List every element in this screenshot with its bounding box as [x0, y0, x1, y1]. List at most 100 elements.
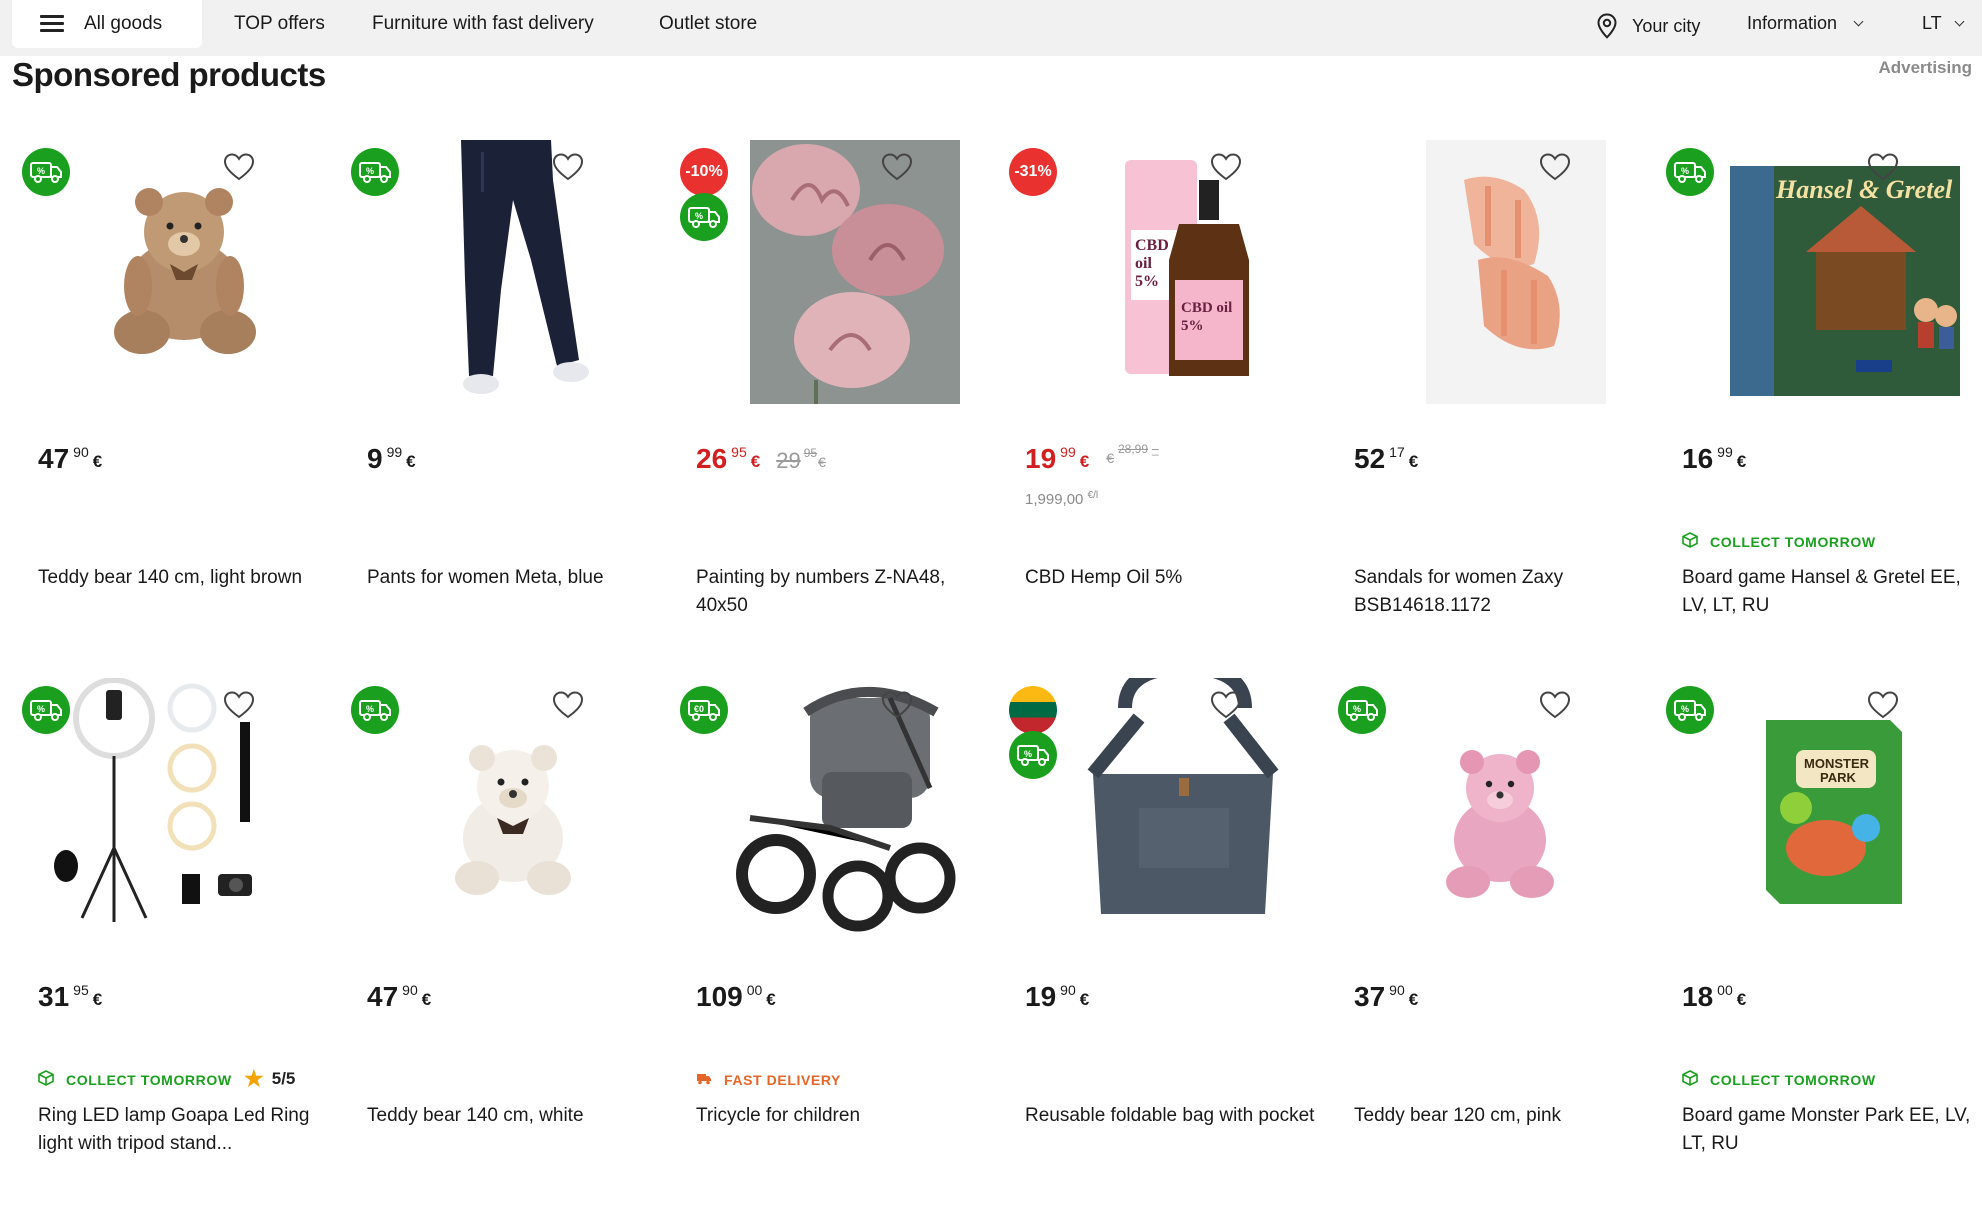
- lithuanian-flag-icon: [1009, 686, 1057, 734]
- product-card[interactable]: MONSTER PARK % 18 00 € COLLECT TOMORROW Boa…: [1656, 678, 1982, 1208]
- svg-text:5%: 5%: [1181, 318, 1204, 334]
- old-price: 29 95 €: [776, 446, 826, 473]
- old-price: €28,99 _: [1106, 442, 1159, 466]
- product-image[interactable]: [1368, 678, 1632, 942]
- delivery-truck-icon: [696, 1070, 724, 1089]
- denim-bag-image: [1087, 660, 1279, 914]
- delivery-discount-icon: %: [351, 686, 399, 734]
- product-title[interactable]: Painting by numbers Z-NA48, 40x50: [696, 564, 986, 620]
- location-pin-icon: [1597, 13, 1617, 39]
- product-card[interactable]: % 47 90 € Teddy bear 140 cm, white: [341, 678, 667, 1208]
- product-price: 26 95 €29 95 €: [696, 443, 826, 474]
- section-title: Sponsored products: [12, 56, 326, 93]
- product-title[interactable]: Teddy bear 120 cm, pink: [1354, 1102, 1644, 1130]
- product-price: 47 90 €: [367, 981, 432, 1012]
- product-title[interactable]: Pants for women Meta, blue: [367, 564, 657, 592]
- product-image[interactable]: [1039, 660, 1303, 942]
- add-to-wishlist-heart-icon[interactable]: [1538, 150, 1572, 184]
- product-price: 31 95 €: [38, 981, 103, 1012]
- svg-text:%: %: [37, 166, 45, 176]
- product-title[interactable]: Tricycle for children: [696, 1102, 986, 1130]
- star-icon: ★: [244, 1066, 264, 1091]
- product-card[interactable]: % 19 90 € Reusable foldable bag with pocke…: [999, 660, 1325, 1208]
- add-to-wishlist-heart-icon[interactable]: [880, 688, 914, 722]
- product-image[interactable]: [710, 140, 974, 404]
- city-selector[interactable]: Your city: [1596, 13, 1700, 39]
- product-title[interactable]: Board game Monster Park EE, LV, LT, RU: [1682, 1102, 1972, 1158]
- svg-text:PARK: PARK: [1820, 770, 1856, 785]
- nav-link-furniture-fast-delivery[interactable]: Furniture with fast delivery: [372, 13, 594, 35]
- all-goods-button[interactable]: All goods: [12, 0, 202, 48]
- product-badges: €0: [680, 686, 730, 734]
- product-title[interactable]: Reusable foldable bag with pocket: [1025, 1102, 1315, 1130]
- product-badges: %: [351, 148, 401, 196]
- svg-text:CBD oil: CBD oil: [1181, 300, 1232, 316]
- product-badges: %: [22, 148, 72, 196]
- add-to-wishlist-heart-icon[interactable]: [222, 688, 256, 722]
- add-to-wishlist-heart-icon[interactable]: [1866, 150, 1900, 184]
- product-image[interactable]: [52, 677, 316, 942]
- add-to-wishlist-heart-icon[interactable]: [1209, 688, 1243, 722]
- add-to-wishlist-heart-icon[interactable]: [880, 150, 914, 184]
- language-selector[interactable]: LT: [1922, 13, 1965, 34]
- product-badges: %: [22, 686, 72, 734]
- product-title[interactable]: Sandals for women Zaxy BSB14618.1172: [1354, 564, 1644, 620]
- svg-text:5%: 5%: [1135, 273, 1159, 290]
- product-card[interactable]: -10%% 26 95 €29 95 € Painting by numbers Z-N…: [670, 140, 996, 670]
- all-goods-label: All goods: [84, 13, 163, 34]
- product-image[interactable]: [710, 678, 974, 942]
- product-title[interactable]: Ring LED lamp Goapa Led Ring light with …: [38, 1102, 328, 1158]
- product-badges: %: [1009, 686, 1059, 779]
- delivery-discount-icon: %: [1338, 686, 1386, 734]
- chevron-down-icon: [1954, 16, 1965, 27]
- product-image[interactable]: [381, 678, 645, 942]
- product-price: 19 90 €: [1025, 981, 1090, 1012]
- product-card[interactable]: % 9 99 € Pants for women Meta, blue: [341, 140, 667, 670]
- delivery-discount-icon: %: [1666, 686, 1714, 734]
- information-menu[interactable]: Information: [1747, 13, 1864, 34]
- product-card[interactable]: % 47 90 € Teddy bear 140 cm, light brown: [12, 140, 338, 670]
- svg-text:%: %: [1024, 749, 1032, 759]
- delivery-discount-icon: %: [351, 148, 399, 196]
- unit-price: 1,999,00 €/l: [1025, 490, 1099, 508]
- product-image[interactable]: MONSTER PARK: [1696, 678, 1960, 942]
- product-card[interactable]: €0 109 00 € FAST DELIVERY Tricycle for chi…: [670, 678, 996, 1208]
- add-to-wishlist-heart-icon[interactable]: [1866, 688, 1900, 722]
- product-badges: %: [1666, 148, 1716, 196]
- discount-badge: -31%: [1009, 148, 1057, 196]
- product-title[interactable]: CBD Hemp Oil 5%: [1025, 564, 1315, 592]
- delivery-discount-icon: %: [22, 148, 70, 196]
- product-card[interactable]: % 37 90 € Teddy bear 120 cm, pink: [1328, 678, 1654, 1208]
- product-card[interactable]: % 31 95 € COLLECT TOMORROW ★ 5/5 Ring LED la…: [12, 677, 338, 1208]
- add-to-wishlist-heart-icon[interactable]: [222, 150, 256, 184]
- nav-link-top-offers[interactable]: TOP offers: [234, 13, 325, 35]
- city-label: Your city: [1632, 15, 1701, 36]
- product-price: 37 90 €: [1354, 981, 1419, 1012]
- product-card[interactable]: Hansel & Gretel % 16 99 € COLLECT TOMORROW…: [1656, 140, 1982, 670]
- add-to-wishlist-heart-icon[interactable]: [1538, 688, 1572, 722]
- advertising-label[interactable]: Advertising: [1878, 58, 1972, 78]
- add-to-wishlist-heart-icon[interactable]: [551, 150, 585, 184]
- add-to-wishlist-heart-icon[interactable]: [1209, 150, 1243, 184]
- svg-text:%: %: [1353, 704, 1361, 714]
- chevron-down-icon: [1853, 16, 1864, 27]
- product-image[interactable]: Hansel & Gretel: [1696, 140, 1966, 404]
- nav-link-outlet-store[interactable]: Outlet store: [659, 13, 757, 35]
- product-title[interactable]: Board game Hansel & Gretel EE, LV, LT, R…: [1682, 564, 1972, 620]
- product-image[interactable]: [1368, 140, 1632, 404]
- product-image[interactable]: CBD oil 5% CBD oil 5%: [1039, 140, 1303, 404]
- collect-tomorrow-tag: COLLECT TOMORROW: [1682, 532, 1876, 551]
- product-badges: %: [351, 686, 401, 734]
- product-image[interactable]: [381, 140, 645, 404]
- product-price: 47 90 €: [38, 443, 103, 474]
- product-title[interactable]: Teddy bear 140 cm, white: [367, 1102, 657, 1130]
- product-image[interactable]: [52, 140, 316, 404]
- product-card[interactable]: CBD oil 5% CBD oil 5% -31% 19 99 € €28,99 _ 1,99…: [999, 140, 1325, 670]
- product-card[interactable]: 52 17 € Sandals for women Zaxy BSB14618.11…: [1328, 140, 1654, 670]
- product-price: 9 99 €: [367, 443, 416, 474]
- svg-text:%: %: [1681, 166, 1689, 176]
- add-to-wishlist-heart-icon[interactable]: [551, 688, 585, 722]
- product-title[interactable]: Teddy bear 140 cm, light brown: [38, 564, 328, 592]
- package-icon: [38, 1070, 66, 1089]
- svg-text:MONSTER: MONSTER: [1804, 756, 1870, 771]
